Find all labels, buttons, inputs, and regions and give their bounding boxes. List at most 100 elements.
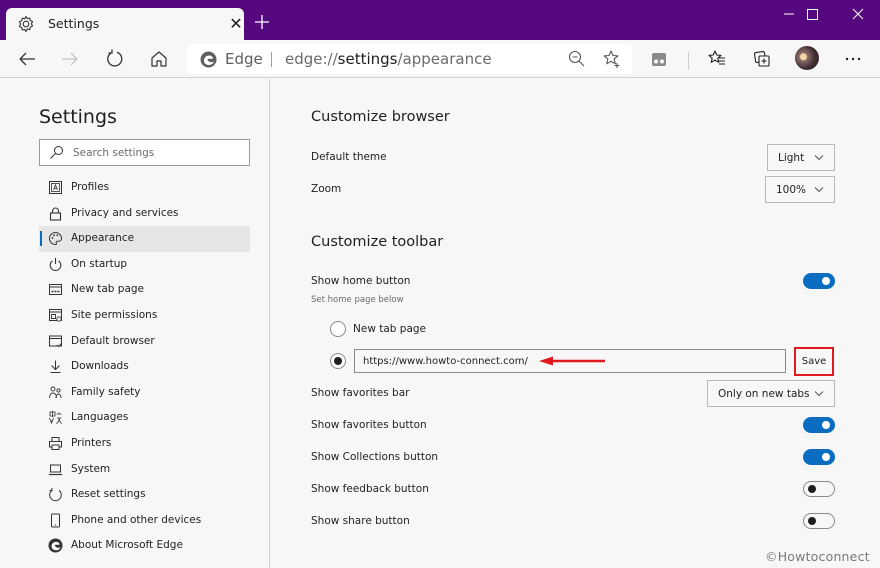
sidebar-item-appearance[interactable]: Appearance [39,226,250,252]
zoom-out-icon[interactable] [566,48,588,70]
radio-new-tab-page[interactable] [330,321,346,337]
customize-toolbar-heading: Customize toolbar [311,234,444,250]
default-theme-dropdown[interactable]: Light [767,144,835,171]
maximize-icon[interactable] [789,4,835,26]
url-host: settings [337,50,398,68]
address-separator [271,52,272,67]
sidebar-item-privacy-and-services[interactable]: Privacy and services [39,201,250,227]
sidebar-item-label: On startup [71,257,128,270]
save-home-url-button[interactable]: Save [794,347,834,376]
browser-toolbar: Edge edge://settings/appearance [0,40,880,78]
toggle-knob [822,421,830,429]
radio-new-tab-page-label: New tab page [353,323,427,335]
zoom-dropdown[interactable]: 100% [765,176,835,203]
show-feedback-button-label: Show feedback button [311,483,429,495]
address-url[interactable]: edge://settings/appearance [285,50,492,68]
url-prefix: edge:// [285,50,338,68]
profile-avatar[interactable] [795,46,819,70]
gear-icon [18,15,34,33]
sidebar-item-reset-settings[interactable]: Reset settings [39,482,250,508]
address-site-name: Edge [225,50,263,68]
sidebar-item-printers[interactable]: Printers [39,431,250,457]
forward-arrow-icon[interactable] [59,48,81,70]
zoom-label: Zoom [311,183,342,195]
sidebar-item-label: Privacy and services [71,206,179,219]
sidebar-item-label: Printers [71,436,112,449]
languages-icon [49,411,62,425]
tab-settings[interactable]: Settings ✕ [6,8,244,40]
default-theme-label: Default theme [311,151,387,163]
extension-icon[interactable] [648,48,670,70]
sidebar-item-system[interactable]: System [39,457,250,483]
show-collections-button-toggle[interactable] [803,449,835,465]
address-bar[interactable]: Edge edge://settings/appearance [187,44,632,74]
new-tab-plus-icon[interactable] [252,12,272,32]
home-icon[interactable] [148,48,170,70]
show-favorites-button-toggle[interactable] [803,417,835,433]
phone-icon [51,513,60,528]
title-bar: Settings ✕ [0,0,880,40]
tab-title: Settings [48,16,100,31]
show-share-button-toggle[interactable] [803,513,835,529]
default-theme-value: Light [778,151,805,164]
toolbar-separator [688,52,689,70]
sidebar-item-label: About Microsoft Edge [71,539,183,552]
printer-icon [49,436,62,450]
sidebar-item-label: New tab page [71,283,145,296]
close-window-icon[interactable] [835,4,880,26]
watermark: ©Howtoconnect [765,549,870,564]
sidebar-item-languages[interactable]: Languages [39,405,250,431]
sidebar-item-on-startup[interactable]: On startup [39,252,250,278]
sidebar-item-label: Family safety [71,385,141,398]
more-options-icon[interactable] [842,48,864,70]
sidebar-nav: Profiles Privacy and services Appearance On… [39,175,250,559]
show-feedback-button-toggle[interactable] [803,481,835,497]
sidebar-item-label: Languages [71,411,129,424]
edge-logo-icon [200,51,217,68]
back-arrow-icon[interactable] [16,48,38,70]
default-browser-icon [49,335,62,347]
sidebar-title: Settings [39,106,117,128]
show-collections-button-label: Show Collections button [311,451,439,463]
sidebar-item-site-permissions[interactable]: Site permissions [39,303,250,329]
sidebar-item-label: Downloads [71,360,129,373]
sidebar-item-phone-and-other-devices[interactable]: Phone and other devices [39,508,250,534]
power-icon [49,257,62,271]
show-favorites-button-label: Show favorites button [311,419,427,431]
sidebar-item-new-tab-page[interactable]: New tab page [39,277,250,303]
family-icon [49,386,62,398]
show-home-button-toggle[interactable] [803,273,835,289]
sidebar-item-default-browser[interactable]: Default browser [39,329,250,355]
url-path: /appearance [397,50,492,68]
radio-custom-url[interactable] [330,353,346,369]
search-settings-field[interactable] [39,139,250,166]
sidebar-item-profiles[interactable]: Profiles [39,175,250,201]
home-page-sublabel: Set home page below [311,295,404,305]
add-favorite-star-icon[interactable] [601,48,623,70]
settings-sidebar: Settings Profiles Privacy and services App… [0,79,270,568]
lock-icon [49,207,62,221]
palette-icon [49,232,63,246]
chevron-down-icon [814,155,824,161]
red-arrow-annotation-icon [539,356,605,366]
toggle-knob [822,277,830,285]
refresh-icon[interactable] [104,48,126,70]
customize-browser-heading: Customize browser [311,109,450,125]
show-share-button-label: Show share button [311,515,410,527]
sidebar-item-about-microsoft-edge[interactable]: About Microsoft Edge [39,533,250,559]
show-home-button-label: Show home button [311,275,411,287]
sidebar-item-label: Appearance [71,232,135,245]
toggle-knob [822,453,830,461]
toggle-knob [808,485,816,493]
edge-logo-icon [48,538,63,553]
sidebar-item-family-safety[interactable]: Family safety [39,380,250,406]
favorites-icon[interactable] [706,48,728,70]
collections-icon[interactable] [751,48,773,70]
sidebar-item-label: System [71,462,111,475]
profile-icon [49,181,62,194]
sidebar-item-downloads[interactable]: Downloads [39,354,250,380]
search-settings-input[interactable] [73,143,243,162]
show-favorites-bar-dropdown[interactable]: Only on new tabs [707,380,835,407]
tab-close-icon[interactable]: ✕ [226,14,246,34]
zoom-value: 100% [776,183,807,196]
